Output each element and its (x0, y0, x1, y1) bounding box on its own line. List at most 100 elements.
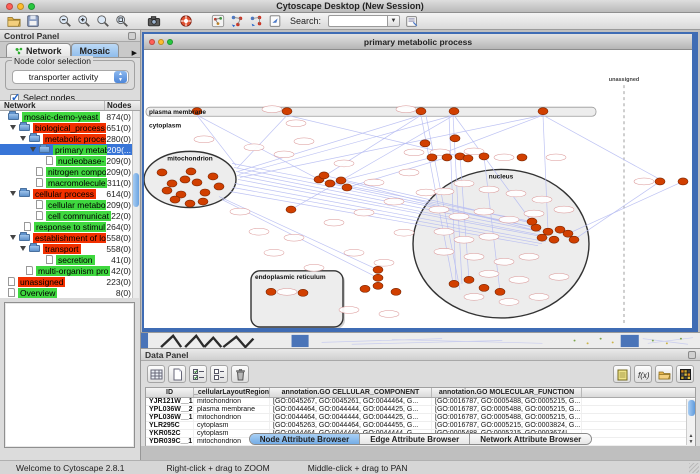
disclosure-triangle-icon[interactable] (10, 125, 16, 130)
notes-icon[interactable] (613, 365, 631, 383)
network-node[interactable] (427, 154, 437, 161)
tree-row-nucleobase-[interactable]: nucleobase-209(0) (0, 155, 133, 166)
tab-edge-attribute-browser[interactable]: Edge Attribute Browser (360, 434, 470, 444)
network-node[interactable] (373, 282, 383, 289)
zoom-out-icon[interactable] (57, 14, 72, 29)
layout-apply-icon[interactable] (229, 14, 244, 29)
network-node[interactable] (678, 178, 688, 185)
network-canvas[interactable]: plasma membranecytoplasmmitochondrionnuc… (144, 51, 692, 328)
select-attributes-icon[interactable] (189, 365, 207, 383)
disclosure-triangle-icon[interactable] (20, 246, 26, 251)
tree-row-multi-organism-pro[interactable]: multi-organism pro42(0) (0, 265, 133, 276)
table-row[interactable]: YJR121W__1mitochondrion[GO:0045267, GO:0… (146, 398, 695, 406)
tree-scrollbar[interactable] (132, 111, 139, 298)
network-node[interactable] (538, 108, 548, 115)
data-panel-float-icon[interactable] (688, 351, 696, 359)
network-node[interactable] (416, 108, 426, 115)
snapshot-camera-icon[interactable] (146, 14, 161, 29)
network-node[interactable] (198, 198, 208, 205)
network-edge[interactable] (574, 181, 660, 239)
column-header[interactable]: annotation.GO MOLECULAR_FUNCTION (432, 388, 582, 397)
tree-row-transport[interactable]: transport558(0) (0, 243, 133, 254)
network-node[interactable] (157, 169, 167, 176)
tree-row-cell-communicat[interactable]: cell communicat22(0) (0, 210, 133, 221)
tree-row-nitrogen-compo[interactable]: nitrogen compo209(0) (0, 166, 133, 177)
network-node[interactable] (298, 289, 308, 296)
network-node[interactable] (442, 154, 452, 161)
network-node[interactable] (655, 178, 665, 185)
formula-fx-icon[interactable]: f(x) (634, 365, 652, 383)
network-node[interactable] (549, 236, 559, 243)
network-node[interactable] (186, 168, 196, 175)
open-session-button[interactable] (6, 14, 21, 29)
new-attribute-icon[interactable] (168, 365, 186, 383)
table-scrollbar-thumb[interactable] (688, 400, 695, 416)
network-node[interactable] (325, 180, 335, 187)
tree-row-secretion[interactable]: secretion41(0) (0, 254, 133, 265)
column-header[interactable]: ID (146, 388, 194, 397)
network-node[interactable] (517, 154, 527, 161)
tree-row-biological-process[interactable]: biological_process651(0) (0, 122, 133, 133)
table-row[interactable]: YPL036W__1mitochondrion[GO:0044464, GO:0… (146, 414, 695, 422)
network-edge[interactable] (543, 115, 660, 179)
tree-row-cellular-process[interactable]: cellular process614(0) (0, 188, 133, 199)
network-node[interactable] (563, 230, 573, 237)
network-node[interactable] (286, 206, 296, 213)
color-attribute-dropdown[interactable]: transporter activity ▲▼ (12, 70, 129, 84)
tree-row-overview[interactable]: Overview8(0) (0, 287, 133, 298)
tree-row-metabolic-process[interactable]: metabolic process280(0) (0, 133, 133, 144)
network-node[interactable] (449, 280, 459, 287)
network-node[interactable] (449, 108, 459, 115)
save-session-button[interactable] (25, 14, 40, 29)
disclosure-triangle-icon[interactable] (10, 191, 16, 196)
search-input[interactable] (328, 15, 388, 27)
tree-row-primary-metabo[interactable]: primary metabo209(... (0, 144, 133, 155)
unselect-attributes-icon[interactable] (210, 365, 228, 383)
network-node[interactable] (373, 266, 383, 273)
network-node[interactable] (537, 234, 547, 241)
network-edge[interactable] (568, 181, 683, 233)
tree-row-establishment-of-lo[interactable]: establishment of lo558(0) (0, 232, 133, 243)
network-node[interactable] (463, 155, 473, 162)
zoom-selected-icon[interactable] (114, 14, 129, 29)
tree-row-cellular-metabo[interactable]: cellular metabo209(0) (0, 199, 133, 210)
disclosure-triangle-icon[interactable] (20, 136, 26, 141)
layout-settings-icon[interactable] (248, 14, 263, 29)
network-node[interactable] (391, 288, 401, 295)
search-config-icon[interactable] (404, 14, 419, 29)
network-node[interactable] (420, 140, 430, 147)
network-node[interactable] (180, 176, 190, 183)
network-node[interactable] (342, 184, 352, 191)
network-node[interactable] (167, 180, 177, 187)
tree-row-unassigned[interactable]: unassigned223(0) (0, 276, 133, 287)
network-node[interactable] (569, 236, 579, 243)
network-edge[interactable] (219, 197, 378, 270)
resize-grip[interactable] (689, 463, 699, 473)
help-lifering-icon[interactable] (178, 14, 193, 29)
tree-row-mosaic-demo-yeast[interactable]: mosaic-demo-yeast874(0) (0, 111, 133, 122)
network-node[interactable] (450, 135, 460, 142)
tab-mosaic[interactable]: Mosaic (71, 43, 120, 57)
disclosure-triangle-icon[interactable] (10, 235, 16, 240)
network-node[interactable] (479, 153, 489, 160)
network-node[interactable] (282, 108, 292, 115)
table-row[interactable]: YLR295Ccytoplasm[GO:0045263, GO:0044464,… (146, 422, 695, 430)
network-node[interactable] (319, 172, 329, 179)
network-node[interactable] (266, 288, 276, 295)
network-node[interactable] (479, 284, 489, 291)
tab-node-attribute-browser[interactable]: Node Attribute Browser (250, 434, 361, 444)
tab-overflow-arrow[interactable]: ▶ (132, 49, 138, 57)
table-row[interactable]: YPL036W__2plasma membrane[GO:0044464, GO… (146, 406, 695, 414)
birdseye-view[interactable] (4, 302, 135, 448)
network-node[interactable] (200, 189, 210, 196)
tree-row-macromolecule[interactable]: macromolecule311(0) (0, 177, 133, 188)
network-node[interactable] (208, 173, 218, 180)
network-edge[interactable] (238, 115, 421, 171)
network-overview-icon[interactable] (210, 14, 225, 29)
attribute-table-icon[interactable] (147, 365, 165, 383)
column-header[interactable]: annotation.GO CELLULAR_COMPONENT (270, 388, 432, 397)
network-node[interactable] (336, 177, 346, 184)
network-node[interactable] (495, 288, 505, 295)
network-node[interactable] (543, 228, 553, 235)
zoom-fit-icon[interactable] (95, 14, 110, 29)
